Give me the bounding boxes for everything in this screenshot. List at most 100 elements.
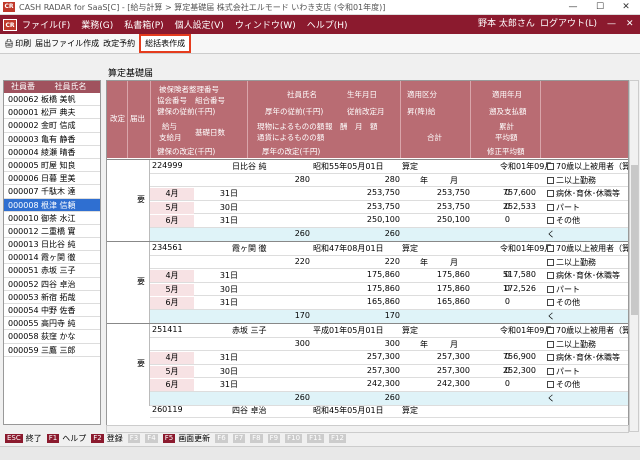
- check-70[interactable]: 70歳以上被用者（算定基: [547, 161, 628, 172]
- insured-no: 234561: [152, 243, 183, 252]
- kaitei-flag[interactable]: 要: [137, 358, 145, 369]
- kaitei-flag[interactable]: 要: [137, 194, 145, 205]
- block-row-prev[interactable]: 220 220 年 月 二以上勤務: [150, 256, 628, 270]
- block-row-prev[interactable]: 300 300 年 月 二以上勤務: [150, 338, 628, 352]
- employee-row[interactable]: 000008 根津 信頼: [4, 198, 100, 212]
- employee-row[interactable]: 000003 亀有 静香: [4, 133, 100, 146]
- employee-row[interactable]: 000053 新宿 拓哉: [4, 291, 100, 304]
- menu-window[interactable]: ウィンドウ(W): [235, 18, 296, 31]
- employee-row[interactable]: 000055 高円寺 純: [4, 317, 100, 331]
- month-row[interactable]: 5月 30日 253,750 0 253,750 252,533 パート: [150, 201, 628, 215]
- employee-row[interactable]: 000054 中野 佐香: [4, 304, 100, 318]
- print-icon[interactable]: 🖨: [4, 39, 14, 48]
- fkey-label[interactable]: 画面更新: [178, 433, 210, 444]
- month-row[interactable]: 4月 31日 253,750 0 253,750 757,600 病休･育休･休…: [150, 187, 628, 201]
- currency-amount: 253,750: [366, 201, 400, 211]
- employee-name: 松戸 典夫: [41, 108, 76, 118]
- month-row[interactable]: 6月 31日 250,100 0 250,100 その他: [150, 214, 628, 228]
- block-row-info[interactable]: 224999 日比谷 純 昭和55年05月01日 算定 令和01年09月 70歳…: [150, 160, 628, 174]
- month-row[interactable]: 6月 31日 165,860 0 165,860 その他: [150, 296, 628, 310]
- month-row[interactable]: 5月 30日 175,860 0 175,860 172,526 パート: [150, 283, 628, 297]
- close-window-button[interactable]: ✕: [613, 0, 639, 15]
- employee-name: 日比谷 純: [232, 162, 267, 171]
- check-multi[interactable]: 二以上勤務: [547, 339, 596, 350]
- employee-row[interactable]: 000010 御茶 水江: [4, 212, 100, 225]
- employee-row[interactable]: 000051 赤坂 三子: [4, 264, 100, 278]
- employee-row[interactable]: 000013 日比谷 純: [4, 238, 100, 252]
- logout-button[interactable]: ログアウト(L): [540, 15, 597, 34]
- employee-row[interactable]: 000052 四谷 卓治: [4, 278, 100, 291]
- kubun: 算定: [402, 162, 418, 171]
- employee-row[interactable]: 000014 霞ヶ関 徹: [4, 251, 100, 265]
- employee-no: 000012: [8, 226, 39, 236]
- fkey-label[interactable]: ヘルプ: [62, 433, 86, 444]
- fkey-esc[interactable]: ESC: [5, 433, 23, 443]
- employee-row[interactable]: 000058 荻窪 かな: [4, 330, 100, 344]
- check-70[interactable]: 70歳以上被用者（算定基: [547, 243, 628, 254]
- fkey-f5[interactable]: F5: [162, 433, 176, 443]
- scroll-arrow-icon[interactable]: く: [547, 229, 555, 240]
- menu-business[interactable]: 業務(G): [81, 18, 113, 31]
- month-row[interactable]: 4月 31日 175,860 0 175,860 517,580 病休･育休･休…: [150, 269, 628, 283]
- month-row[interactable]: 6月 31日 242,300 0 242,300 その他: [150, 378, 628, 392]
- maximize-window-button[interactable]: ☐: [587, 0, 613, 15]
- accumulated-amount: 252,300: [502, 365, 536, 375]
- menu-mailbox[interactable]: 私書箱(P): [124, 18, 163, 31]
- scroll-arrow-icon[interactable]: く: [547, 311, 555, 322]
- create-file-button[interactable]: 届出ファイル作成: [35, 38, 99, 49]
- employee-row[interactable]: 000006 日暮 里美: [4, 172, 100, 186]
- month-option[interactable]: 病休･育休･休職等: [547, 352, 620, 363]
- check-multi[interactable]: 二以上勤務: [547, 257, 596, 268]
- month-option[interactable]: パート: [547, 284, 580, 295]
- employee-row[interactable]: 000059 三鷹 三郎: [4, 344, 100, 357]
- new-kosei: 260: [384, 393, 400, 402]
- employee-row[interactable]: 000007 千駄木 達: [4, 185, 100, 199]
- menu-personal-settings[interactable]: 個人設定(V): [175, 18, 224, 31]
- month-option[interactable]: その他: [547, 379, 580, 390]
- minimize-window-button[interactable]: —: [560, 0, 586, 15]
- new-kenko: 260: [294, 229, 310, 238]
- month-option[interactable]: その他: [547, 215, 580, 226]
- check-70[interactable]: 70歳以上被用者（算定基: [547, 325, 628, 336]
- menu-file[interactable]: ファイル(F): [22, 18, 70, 31]
- fkey-f2[interactable]: F2: [91, 433, 104, 443]
- vertical-scrollbar[interactable]: [629, 80, 639, 432]
- fkey-f1[interactable]: F1: [46, 433, 60, 443]
- month-row[interactable]: 4月 31日 257,300 0 257,300 756,900 病休･育休･休…: [150, 351, 628, 365]
- fkey-label[interactable]: 終了: [26, 433, 42, 444]
- print-button[interactable]: 印刷: [15, 38, 31, 49]
- month-option[interactable]: 病休･育休･休職等: [547, 188, 620, 199]
- month-option-label: その他: [556, 380, 580, 390]
- employee-row[interactable]: 000005 町屋 知良: [4, 159, 100, 173]
- employee-row[interactable]: 000002 金町 信成: [4, 119, 100, 133]
- employee-name: 御茶 水江: [41, 213, 76, 223]
- employee-row[interactable]: 000001 松戸 典夫: [4, 106, 100, 120]
- partial-row[interactable]: 260119 四谷 卓治 昭和45年05月01日 算定: [150, 404, 628, 418]
- block-row-info[interactable]: 234561 霞ヶ関 徹 昭和47年08月01日 算定 令和01年09月 70歳…: [150, 242, 628, 256]
- employee-row[interactable]: 000012 二重橋 實: [4, 225, 100, 239]
- create-summary-button[interactable]: 総括表作成: [139, 34, 192, 53]
- block-row-new[interactable]: 260 260 く: [150, 228, 628, 242]
- menu-help[interactable]: ヘルプ(H): [307, 18, 348, 31]
- block-row-info[interactable]: 251411 赤坂 三子 平成01年05月01日 算定 令和01年09月 70歳…: [150, 324, 628, 338]
- app-close-button[interactable]: ✕: [626, 15, 634, 34]
- fkey-f3: F3: [127, 433, 141, 443]
- month-option[interactable]: パート: [547, 202, 580, 213]
- kaitei-flag[interactable]: 要: [137, 276, 145, 287]
- block-row-prev[interactable]: 280 280 年 月 二以上勤務: [150, 174, 628, 188]
- employee-no: 000010: [8, 213, 39, 223]
- check-multi[interactable]: 二以上勤務: [547, 175, 596, 186]
- month-option[interactable]: 病休･育休･休職等: [547, 270, 620, 281]
- fkey-label[interactable]: 登録: [107, 433, 123, 444]
- month-option[interactable]: パート: [547, 366, 580, 377]
- scroll-thumb[interactable]: [631, 165, 638, 315]
- month-row[interactable]: 5月 30日 257,300 0 257,300 252,300 パート: [150, 365, 628, 379]
- month-option[interactable]: その他: [547, 297, 580, 308]
- scroll-arrow-icon[interactable]: く: [547, 393, 555, 404]
- app-minimize-button[interactable]: —: [607, 15, 616, 34]
- employee-row[interactable]: 000062 板橋 美帆: [4, 93, 100, 107]
- revision-reservation-button[interactable]: 改定予約: [103, 38, 135, 49]
- month-label: 6月: [150, 297, 194, 310]
- employee-row[interactable]: 000004 綾瀬 晴香: [4, 146, 100, 159]
- block-row-new[interactable]: 170 170 く: [150, 310, 628, 324]
